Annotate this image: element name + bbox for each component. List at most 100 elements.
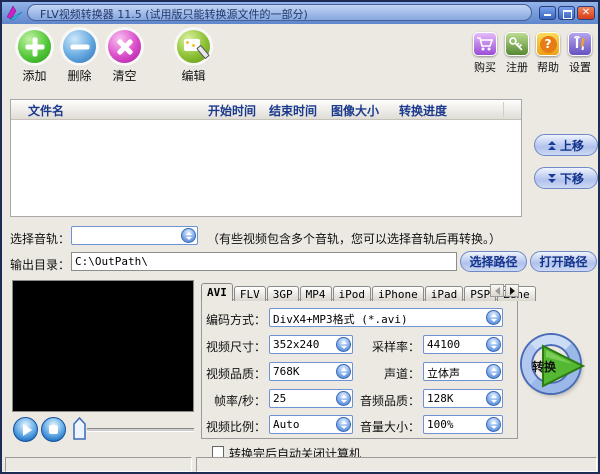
double-chevron-up-icon xyxy=(547,140,556,150)
tab-3gp[interactable]: 3GP xyxy=(266,286,299,301)
channel-select[interactable]: 立体声 xyxy=(423,362,503,381)
column-image-size[interactable]: 图像大小 xyxy=(331,102,379,119)
clear-icon xyxy=(108,30,141,63)
open-path-button[interactable]: 打开路径 xyxy=(530,251,597,272)
tab-avi[interactable]: AVI xyxy=(201,283,233,301)
stop-button[interactable] xyxy=(41,417,66,442)
audio-quality-select[interactable]: 128K xyxy=(423,389,503,408)
settings-label: 设置 xyxy=(569,61,591,74)
volume-label: 音量大小： xyxy=(359,420,420,434)
tools-icon xyxy=(568,32,592,56)
close-button[interactable]: ✕ xyxy=(577,6,595,20)
help-button[interactable]: ? 帮助 xyxy=(532,32,564,75)
minimize-icon xyxy=(544,14,551,16)
column-start-time[interactable]: 开始时间 xyxy=(208,102,256,119)
video-quality-label: 视频品质： xyxy=(205,367,266,381)
move-up-label: 上移 xyxy=(559,138,584,153)
open-path-label: 打开路径 xyxy=(539,255,588,269)
play-icon xyxy=(22,423,32,436)
encoding-value: DivX4+MP3格式 (*.avi) xyxy=(273,313,408,326)
buy-label: 购买 xyxy=(474,61,496,74)
move-down-button[interactable]: 下移 xyxy=(534,167,598,189)
audio-track-note: （有些视频包含多个音轨，您可以选择音轨后再转换。） xyxy=(207,232,502,246)
select-path-label: 选择路径 xyxy=(469,255,518,269)
audio-track-select[interactable] xyxy=(71,226,198,245)
tab-ipad[interactable]: iPad xyxy=(424,286,464,301)
tab-mp4[interactable]: MP4 xyxy=(299,286,332,301)
remove-icon xyxy=(63,30,96,63)
add-label: 添加 xyxy=(22,69,47,83)
add-button[interactable]: 添加 xyxy=(12,30,57,84)
encoding-label: 编码方式： xyxy=(205,313,266,327)
dropdown-spinner-icon[interactable] xyxy=(486,417,501,432)
register-button[interactable]: 注册 xyxy=(501,32,533,75)
sample-rate-value: 44100 xyxy=(427,338,461,351)
app-window: FLV视频转换器 11.5 (试用版只能转换源文件的一部分) ✕ 添加 删除 清… xyxy=(0,0,600,474)
title-pill: FLV视频转换器 11.5 (试用版只能转换源文件的一部分) xyxy=(27,4,532,21)
dropdown-spinner-icon[interactable] xyxy=(336,337,351,352)
key-icon xyxy=(505,32,529,56)
cart-icon xyxy=(473,32,497,56)
arrow-right-icon xyxy=(509,286,515,295)
settings-button[interactable]: 设置 xyxy=(564,32,596,75)
dropdown-spinner-icon[interactable] xyxy=(486,337,501,352)
column-filename[interactable]: 文件名 xyxy=(28,102,64,119)
minimize-button[interactable] xyxy=(539,6,556,20)
sample-rate-label: 采样率： xyxy=(371,340,420,354)
aspect-value: Auto xyxy=(273,418,300,431)
clear-button[interactable]: 清空 xyxy=(102,30,147,84)
delete-button[interactable]: 删除 xyxy=(57,30,102,84)
close-icon: ✕ xyxy=(581,7,591,18)
dropdown-spinner-icon[interactable] xyxy=(336,391,351,406)
aspect-select[interactable]: Auto xyxy=(269,415,353,434)
edit-button[interactable]: 编辑 xyxy=(171,30,216,84)
frame-rate-select[interactable]: 25 xyxy=(269,389,353,408)
video-quality-select[interactable]: 768K xyxy=(269,362,353,381)
dropdown-spinner-icon[interactable] xyxy=(486,391,501,406)
help-label: 帮助 xyxy=(537,61,559,74)
dropdown-spinner-icon[interactable] xyxy=(486,310,501,325)
tab-scroll-right-button[interactable] xyxy=(505,284,519,297)
play-button[interactable] xyxy=(13,417,38,442)
dropdown-spinner-icon[interactable] xyxy=(336,417,351,432)
channel-value: 立体声 xyxy=(427,367,460,380)
register-label: 注册 xyxy=(506,61,528,74)
tab-iphone[interactable]: iPhone xyxy=(372,286,424,301)
column-progress[interactable]: 转换进度 xyxy=(399,102,447,119)
move-up-button[interactable]: 上移 xyxy=(534,134,598,156)
encoding-select[interactable]: DivX4+MP3格式 (*.avi) xyxy=(269,308,503,327)
buy-button[interactable]: 购买 xyxy=(469,32,501,75)
convert-label: 转换 xyxy=(531,360,556,374)
sample-rate-select[interactable]: 44100 xyxy=(423,335,503,354)
video-size-select[interactable]: 352x240 xyxy=(269,335,353,354)
file-list-header: 文件名 开始时间 结束时间 图像大小 转换进度 xyxy=(11,100,521,120)
column-divider xyxy=(503,102,504,117)
seek-slider-thumb[interactable] xyxy=(73,417,86,440)
tab-scroll-left-button[interactable] xyxy=(490,284,504,297)
maximize-button[interactable] xyxy=(558,6,575,20)
tab-ipod[interactable]: iPod xyxy=(332,286,371,301)
dropdown-spinner-icon[interactable] xyxy=(181,228,196,243)
output-dir-input[interactable]: C:\OutPath\ xyxy=(71,252,457,271)
channel-label: 声道： xyxy=(383,367,420,381)
volume-select[interactable]: 100% xyxy=(423,415,503,434)
select-path-button[interactable]: 选择路径 xyxy=(460,251,527,272)
dropdown-spinner-icon[interactable] xyxy=(336,364,351,379)
window-title: FLV视频转换器 11.5 (试用版只能转换源文件的一部分) xyxy=(40,8,308,21)
arrow-left-icon xyxy=(494,286,500,295)
move-down-label: 下移 xyxy=(559,171,584,186)
output-dir-label: 输出目录： xyxy=(10,258,71,272)
column-end-time[interactable]: 结束时间 xyxy=(269,102,317,119)
audio-quality-value: 128K xyxy=(427,392,454,405)
file-list[interactable]: 文件名 开始时间 结束时间 图像大小 转换进度 xyxy=(10,99,522,217)
convert-button[interactable]: 转换 xyxy=(520,333,586,399)
audio-track-label: 选择音轨： xyxy=(10,232,71,246)
stop-icon xyxy=(49,425,58,434)
tab-flv[interactable]: FLV xyxy=(233,286,266,301)
seek-slider-track[interactable] xyxy=(87,428,194,432)
question-glyph: ? xyxy=(539,35,557,53)
dropdown-spinner-icon[interactable] xyxy=(486,364,501,379)
aspect-label: 视频比例： xyxy=(205,420,266,434)
audio-quality-label: 音频品质： xyxy=(359,394,420,408)
edit-label: 编辑 xyxy=(181,69,206,83)
